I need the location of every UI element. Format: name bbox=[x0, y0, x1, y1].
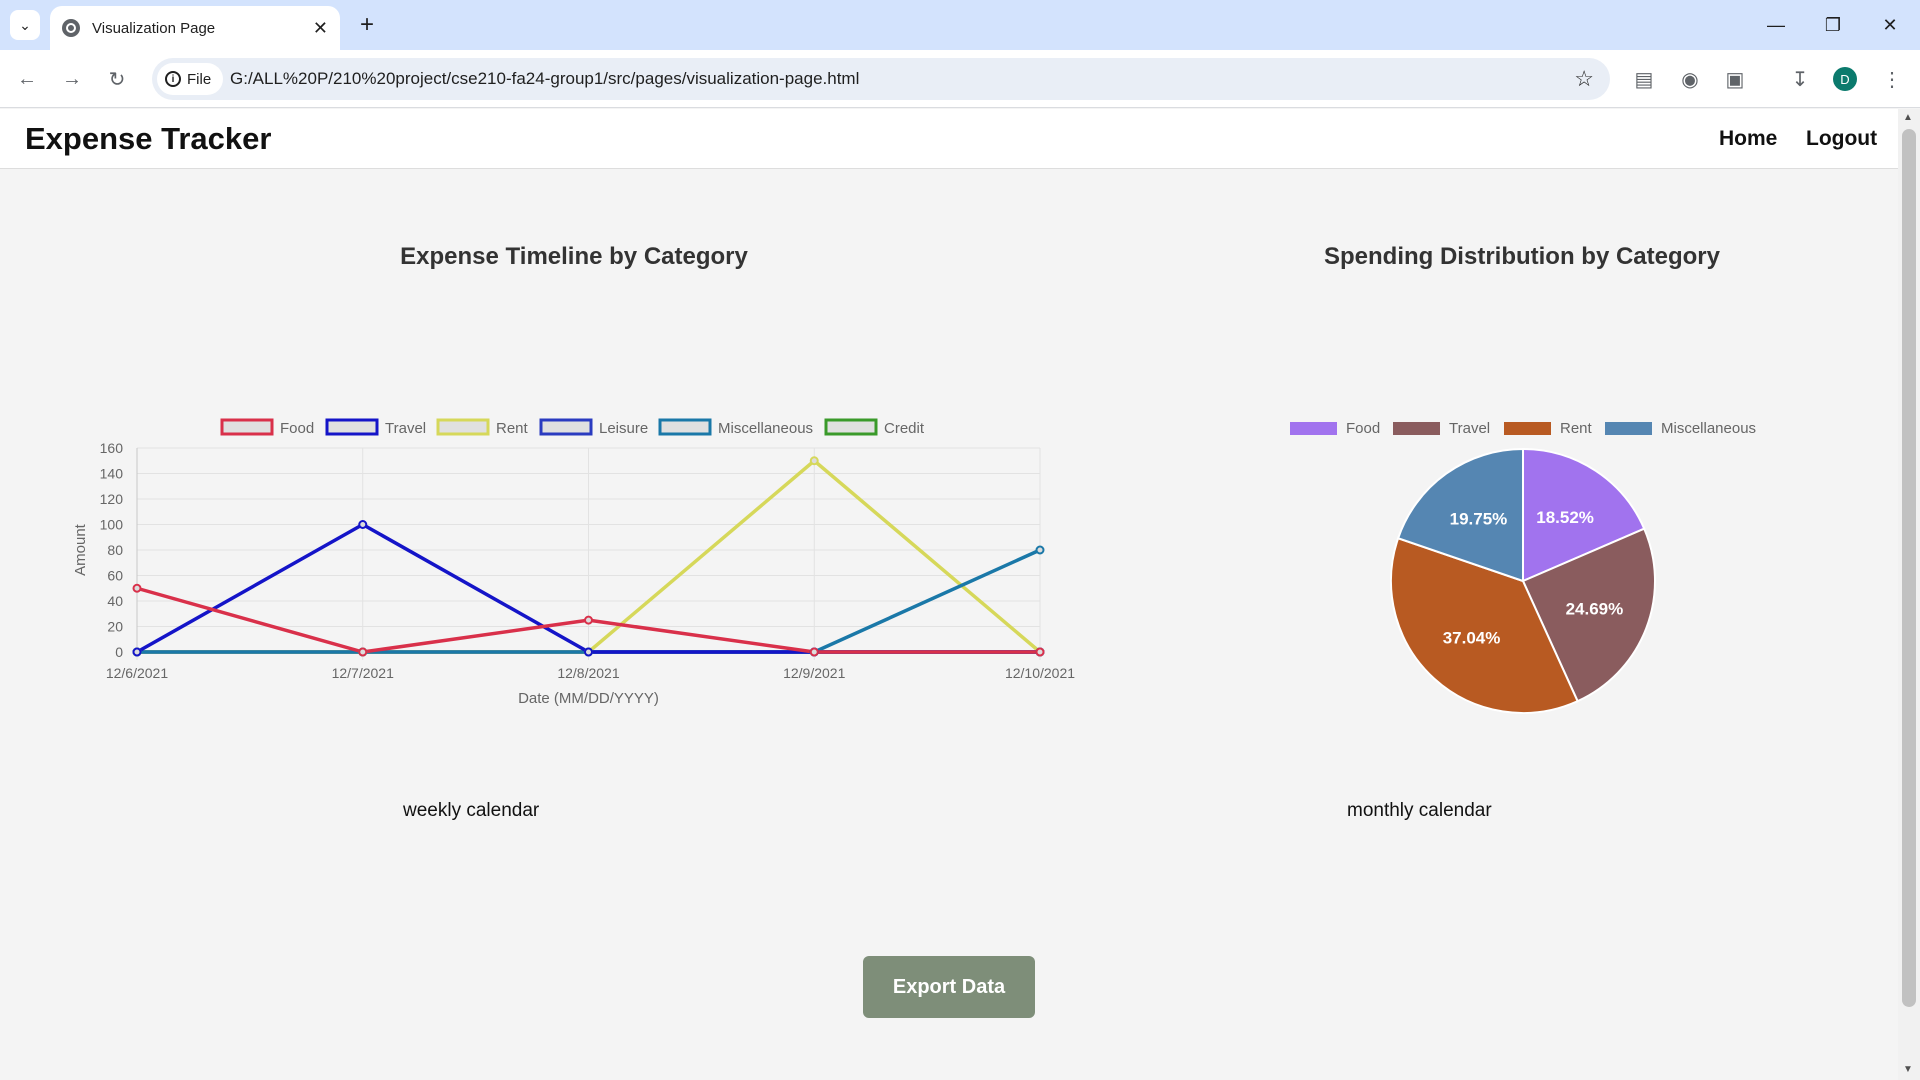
more-menu-icon[interactable]: ⋮ bbox=[1876, 63, 1908, 95]
globe-icon bbox=[62, 19, 80, 37]
page-scrollbar[interactable]: ▲ ▼ bbox=[1898, 109, 1920, 1080]
y-tick-label: 140 bbox=[100, 466, 124, 482]
y-tick-label: 60 bbox=[107, 568, 123, 584]
legend-swatch-food bbox=[220, 418, 274, 436]
info-icon: i bbox=[165, 71, 181, 87]
spending-distribution-chart: Food Travel Rent Miscellaneous 18.52% 24.69% 3… bbox=[1290, 420, 1756, 714]
extension-shield-icon[interactable]: ◉ bbox=[1674, 63, 1706, 95]
legend-label-miscellaneous: Miscellaneous bbox=[1661, 420, 1756, 437]
legend-label-rent: Rent bbox=[496, 420, 529, 437]
legend-label-food: Food bbox=[280, 420, 314, 437]
url-text[interactable]: G:/ALL%20P/210%20project/cse210-fa24-gro… bbox=[230, 69, 859, 89]
data-point-food bbox=[1035, 647, 1045, 657]
data-point-travel bbox=[358, 520, 368, 529]
site-header: Expense Tracker Home Logout bbox=[0, 109, 1898, 169]
legend-swatch-travel bbox=[325, 418, 379, 436]
x-tick-label: 12/8/2021 bbox=[557, 665, 619, 681]
browser-tab[interactable]: Visualization Page ✕ bbox=[50, 6, 340, 50]
x-tick-label: 12/9/2021 bbox=[783, 665, 845, 681]
legend-label-miscellaneous: Miscellaneous bbox=[718, 420, 813, 437]
legend-swatch-miscellaneous bbox=[658, 418, 712, 436]
site-chip-label: File bbox=[187, 70, 212, 88]
y-axis-title: Amount bbox=[72, 523, 89, 576]
legend-swatch-food bbox=[1290, 422, 1337, 435]
expense-timeline-chart: Food Travel Rent Leisure Miscellaneous Credit… bbox=[72, 418, 1075, 707]
export-data-button[interactable]: Export Data bbox=[863, 956, 1035, 1018]
scroll-down-icon[interactable]: ▼ bbox=[1903, 1064, 1913, 1075]
legend-swatch-rent bbox=[436, 418, 490, 436]
data-point-rent bbox=[809, 456, 819, 466]
monthly-calendar: monthly calendar bbox=[1347, 800, 1492, 821]
pie-label-food: 18.52% bbox=[1536, 508, 1594, 527]
legend-swatch-credit bbox=[824, 418, 878, 436]
page-content: Expense Tracker Home Logout Expense Time… bbox=[0, 109, 1898, 1080]
legend-label-food: Food bbox=[1346, 420, 1380, 437]
data-point-travel bbox=[584, 647, 593, 657]
data-point-food bbox=[132, 583, 142, 593]
data-point-food bbox=[584, 615, 593, 625]
address-bar[interactable]: i File G:/ALL%20P/210%20project/cse210-f… bbox=[152, 58, 1610, 100]
browser-toolbar: ← → ↻ i File G:/ALL%20P/210%20project/cs… bbox=[0, 50, 1920, 108]
pie-label-travel: 24.69% bbox=[1566, 600, 1624, 619]
y-tick-label: 20 bbox=[107, 619, 123, 635]
profile-avatar[interactable]: D bbox=[1833, 67, 1857, 91]
x-tick-label: 12/10/2021 bbox=[1005, 665, 1075, 681]
legend-swatch-rent bbox=[1504, 422, 1551, 435]
legend-label-travel: Travel bbox=[1449, 420, 1490, 437]
y-tick-label: 80 bbox=[107, 542, 123, 558]
extensions-puzzle-icon[interactable]: ▣ bbox=[1719, 63, 1751, 95]
bookmark-star-icon[interactable]: ☆ bbox=[1574, 66, 1594, 92]
line-chart-title: Expense Timeline by Category bbox=[400, 243, 748, 270]
data-point-food bbox=[809, 647, 819, 657]
nav-home-link[interactable]: Home bbox=[1719, 127, 1777, 151]
window-close-icon[interactable]: ✕ bbox=[1870, 8, 1910, 42]
legend-swatch-miscellaneous bbox=[1605, 422, 1652, 435]
y-tick-label: 0 bbox=[115, 644, 123, 660]
data-point-miscellaneous bbox=[1035, 545, 1045, 555]
x-tick-label: 12/7/2021 bbox=[332, 665, 394, 681]
back-icon[interactable]: ← bbox=[10, 62, 44, 96]
restore-icon[interactable]: ❐ bbox=[1813, 8, 1853, 42]
y-tick-label: 160 bbox=[100, 440, 124, 456]
new-tab-button[interactable]: + bbox=[352, 10, 382, 40]
legend-label-rent: Rent bbox=[1560, 420, 1593, 437]
data-point-travel bbox=[132, 647, 142, 657]
pie-label-miscellaneous: 19.75% bbox=[1450, 510, 1508, 529]
tab-title: Visualization Page bbox=[92, 19, 216, 37]
reload-icon[interactable]: ↻ bbox=[100, 62, 134, 96]
close-icon[interactable]: ✕ bbox=[313, 18, 328, 39]
pie-label-rent: 37.04% bbox=[1443, 629, 1501, 648]
browser-tab-bar: ⌄ Visualization Page ✕ + — ❐ ✕ bbox=[0, 0, 1920, 50]
y-tick-label: 120 bbox=[100, 491, 124, 507]
weekly-calendar: weekly calendar bbox=[403, 800, 540, 821]
scroll-thumb[interactable] bbox=[1902, 129, 1916, 1007]
x-tick-label: 12/6/2021 bbox=[106, 665, 168, 681]
site-info-chip[interactable]: i File bbox=[157, 63, 223, 95]
legend-label-travel: Travel bbox=[385, 420, 426, 437]
legend-swatch-leisure bbox=[539, 418, 593, 436]
download-icon[interactable]: ↧ bbox=[1784, 63, 1816, 95]
tab-search-button[interactable]: ⌄ bbox=[10, 10, 40, 40]
scroll-up-icon[interactable]: ▲ bbox=[1903, 112, 1913, 123]
data-point-food bbox=[358, 647, 368, 657]
x-axis-title: Date (MM/DD/YYYY) bbox=[518, 690, 659, 707]
page-title: Expense Tracker bbox=[25, 121, 272, 156]
y-tick-label: 100 bbox=[100, 517, 124, 533]
chevron-down-icon: ⌄ bbox=[19, 16, 31, 33]
reading-list-icon[interactable]: ▤ bbox=[1628, 63, 1660, 95]
forward-icon[interactable]: → bbox=[55, 62, 89, 96]
y-tick-label: 40 bbox=[107, 593, 123, 609]
legend-swatch-travel bbox=[1393, 422, 1440, 435]
pie-chart-title: Spending Distribution by Category bbox=[1323, 243, 1720, 270]
legend-label-leisure: Leisure bbox=[599, 420, 648, 437]
nav-logout-link[interactable]: Logout bbox=[1806, 127, 1877, 151]
legend-label-credit: Credit bbox=[884, 420, 925, 437]
minimize-icon[interactable]: — bbox=[1756, 8, 1796, 42]
